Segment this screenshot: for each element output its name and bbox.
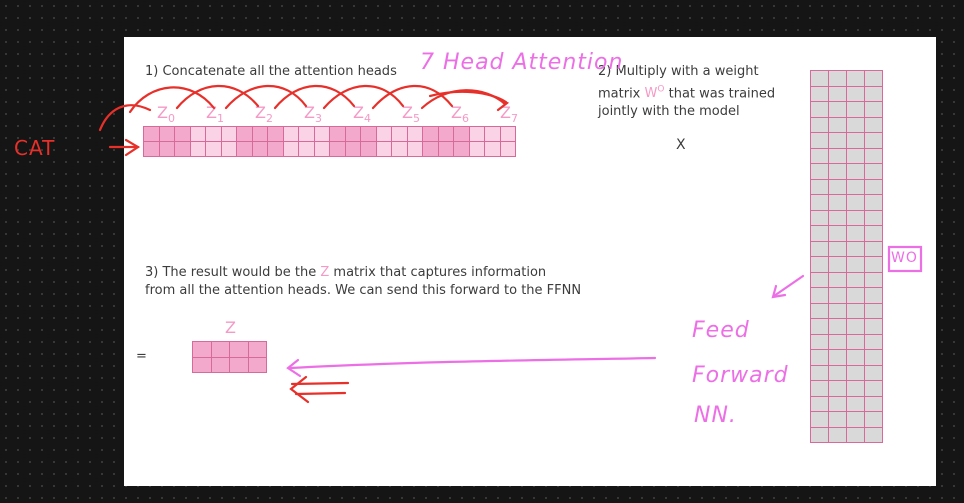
concat-arc-6 (420, 89, 507, 110)
back-arrow-1 (290, 381, 350, 386)
back-arrow-head (289, 375, 310, 404)
wo-box-label: WO (891, 250, 918, 266)
concat-arrow-start (98, 104, 152, 132)
forward-annotation: Forward (692, 363, 789, 388)
concat-arrowhead (495, 96, 510, 112)
feed-forward-arrow (288, 356, 657, 370)
concat-arc-0 (128, 86, 216, 114)
nn-annotation: NN. (694, 403, 737, 428)
ink-annotations (98, 84, 923, 404)
concat-arc-end (428, 90, 508, 104)
cat-annotation: CAT (14, 136, 56, 160)
feed-annotation: Feed (692, 318, 750, 343)
back-arrow-2 (294, 391, 347, 396)
wo-pointer (772, 274, 805, 298)
head-attention-annotation: 7 Head Attention (420, 50, 624, 75)
